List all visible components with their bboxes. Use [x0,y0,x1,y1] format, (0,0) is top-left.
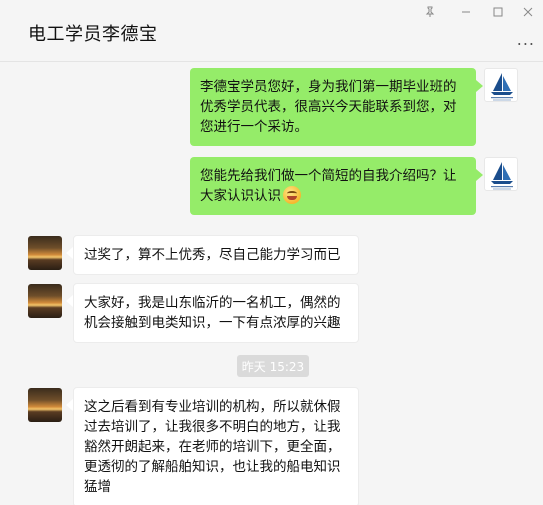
message-text: 这之后看到有专业培训的机构，所以就休假过去培训了，让我很多不明白的地方，让我豁然… [84,399,341,495]
bubble-tail [476,80,483,92]
bubble-tail [66,247,73,259]
bubble-tail [476,169,483,181]
message-bubble-other[interactable]: 大家好，我是山东临沂的一名机工，偶然的机会接触到电类知识，一下有点浓厚的兴趣 [73,283,359,343]
chat-area[interactable]: 李德宝学员您好，身为我们第一期毕业班的优秀学员代表，很高兴今天能联系到您，对您进… [0,62,543,505]
message-bubble-other[interactable]: 这之后看到有专业培训的机构，所以就休假过去培训了，让我很多不明白的地方，让我豁然… [73,387,359,505]
message-bubble-me[interactable]: 您能先给我们做一个简短的自我介绍吗？让大家认识认识 [190,157,476,215]
sailboat-logo-icon [491,73,513,101]
close-icon[interactable] [516,2,540,22]
title-bar: 电工学员李德宝 ... [0,0,543,62]
avatar-sunset[interactable] [28,236,62,270]
avatar-sunset[interactable] [28,388,62,422]
message-text: 过奖了，算不上优秀，尽自己能力学习而已 [84,247,341,263]
maximize-icon[interactable] [486,2,510,22]
chat-title: 电工学员李德宝 [28,24,158,45]
pin-icon[interactable] [418,2,442,22]
message-text: 您能先给我们做一个简短的自我介绍吗？让大家认识认识 [200,168,457,204]
more-options-button[interactable]: ... [517,30,535,49]
message-text: 大家好，我是山东临沂的一名机工，偶然的机会接触到电类知识，一下有点浓厚的兴趣 [84,295,341,331]
bubble-tail [66,295,73,307]
avatar-company-logo[interactable] [484,157,518,191]
message-bubble-other[interactable]: 过奖了，算不上优秀，尽自己能力学习而已 [73,235,359,275]
avatar-sunset[interactable] [28,284,62,318]
avatar-company-logo[interactable] [484,68,518,102]
minimize-icon[interactable] [454,2,478,22]
sailboat-logo-icon [491,162,513,190]
message-text: 李德宝学员您好，身为我们第一期毕业班的优秀学员代表，很高兴今天能联系到您，对您进… [200,79,457,135]
bubble-tail [66,399,73,411]
timestamp-divider: 昨天 15:23 [237,355,309,377]
message-bubble-me[interactable]: 李德宝学员您好，身为我们第一期毕业班的优秀学员代表，很高兴今天能联系到您，对您进… [190,68,476,146]
grin-emoji-icon [283,186,301,204]
